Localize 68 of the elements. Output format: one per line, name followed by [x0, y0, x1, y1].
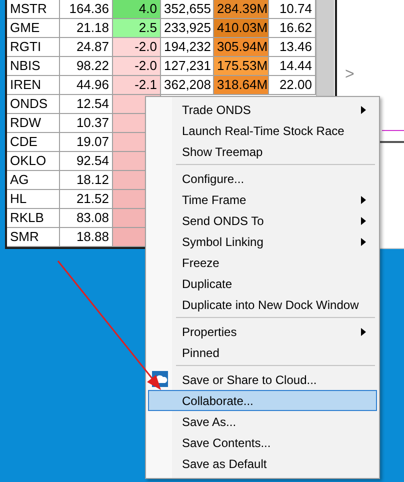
menu-item[interactable]: Freeze [148, 252, 377, 273]
menu-item[interactable]: Send ONDS To [148, 210, 377, 231]
table-cell: 175.53M [214, 57, 269, 76]
table-cell: SMR [7, 228, 60, 247]
table-cell: 83.08 [60, 209, 113, 228]
table-cell: 21.52 [60, 190, 113, 209]
submenu-arrow-icon [361, 106, 366, 114]
table-cell: 233,925 [161, 19, 214, 38]
table-cell: -2.0 [113, 57, 161, 76]
table-cell: 22.00 [269, 76, 316, 95]
table-cell: 318.64M [214, 76, 269, 95]
table-cell: 92.54 [60, 152, 113, 171]
menu-item[interactable]: Launch Real-Time Stock Race [148, 120, 377, 141]
table-cell: 24.87 [60, 38, 113, 57]
menu-item[interactable]: Time Frame [148, 189, 377, 210]
submenu-arrow-icon [361, 217, 366, 225]
table-cell: NBIS [7, 57, 60, 76]
table-cell: RDW [7, 114, 60, 133]
table-cell: 16.62 [269, 19, 316, 38]
table-cell: -2.1 [113, 76, 161, 95]
submenu-arrow-icon [361, 238, 366, 246]
table-cell: MSTR [7, 0, 60, 19]
table-cell: 98.22 [60, 57, 113, 76]
table-cell: RGTI [7, 38, 60, 57]
menu-item[interactable]: Duplicate [148, 273, 377, 294]
table-cell: OKLO [7, 152, 60, 171]
menu-item[interactable]: Collaborate... [148, 390, 377, 411]
table-cell: 4.0 [113, 0, 161, 19]
table-cell: 12.54 [60, 95, 113, 114]
menu-item[interactable]: Configure... [148, 168, 377, 189]
menu-item[interactable]: Duplicate into New Dock Window [148, 294, 377, 315]
table-cell: 194,232 [161, 38, 214, 57]
menu-item[interactable]: Trade ONDS [148, 99, 377, 120]
menu-item[interactable]: Pinned [148, 342, 377, 363]
table-cell: RKLB [7, 209, 60, 228]
table-cell: 352,655 [161, 0, 214, 19]
table-cell: 14.44 [269, 57, 316, 76]
submenu-arrow-icon [361, 328, 366, 336]
table-cell: 13.46 [269, 38, 316, 57]
menu-item[interactable]: Save Contents... [148, 432, 377, 453]
table-cell: 2.5 [113, 19, 161, 38]
table-cell: 18.12 [60, 171, 113, 190]
table-cell: 164.36 [60, 0, 113, 19]
table-cell: 19.07 [60, 133, 113, 152]
menu-item[interactable]: Save As... [148, 411, 377, 432]
menu-item[interactable]: Show Treemap [148, 141, 377, 162]
table-cell: IREN [7, 76, 60, 95]
menu-item[interactable]: Properties [148, 321, 377, 342]
table-cell: 362,208 [161, 76, 214, 95]
table-cell: GME [7, 19, 60, 38]
table-cell: 10.74 [269, 0, 316, 19]
table-cell: 21.18 [60, 19, 113, 38]
table-cell: 284.39M [214, 0, 269, 19]
chevron-icon[interactable]: > [345, 66, 404, 86]
menu-item[interactable]: Save as Default [148, 453, 377, 474]
submenu-arrow-icon [361, 196, 366, 204]
table-cell: 18.88 [60, 228, 113, 247]
table-cell: -2.0 [113, 38, 161, 57]
menu-item[interactable]: Symbol Linking [148, 231, 377, 252]
table-cell: CDE [7, 133, 60, 152]
table-cell: 410.03M [214, 19, 269, 38]
table-cell: 10.37 [60, 114, 113, 133]
table-cell: ONDS [7, 95, 60, 114]
table-cell: HL [7, 190, 60, 209]
table-cell: 44.96 [60, 76, 113, 95]
table-cell: AG [7, 171, 60, 190]
table-cell: 127,231 [161, 57, 214, 76]
table-cell: 305.94M [214, 38, 269, 57]
